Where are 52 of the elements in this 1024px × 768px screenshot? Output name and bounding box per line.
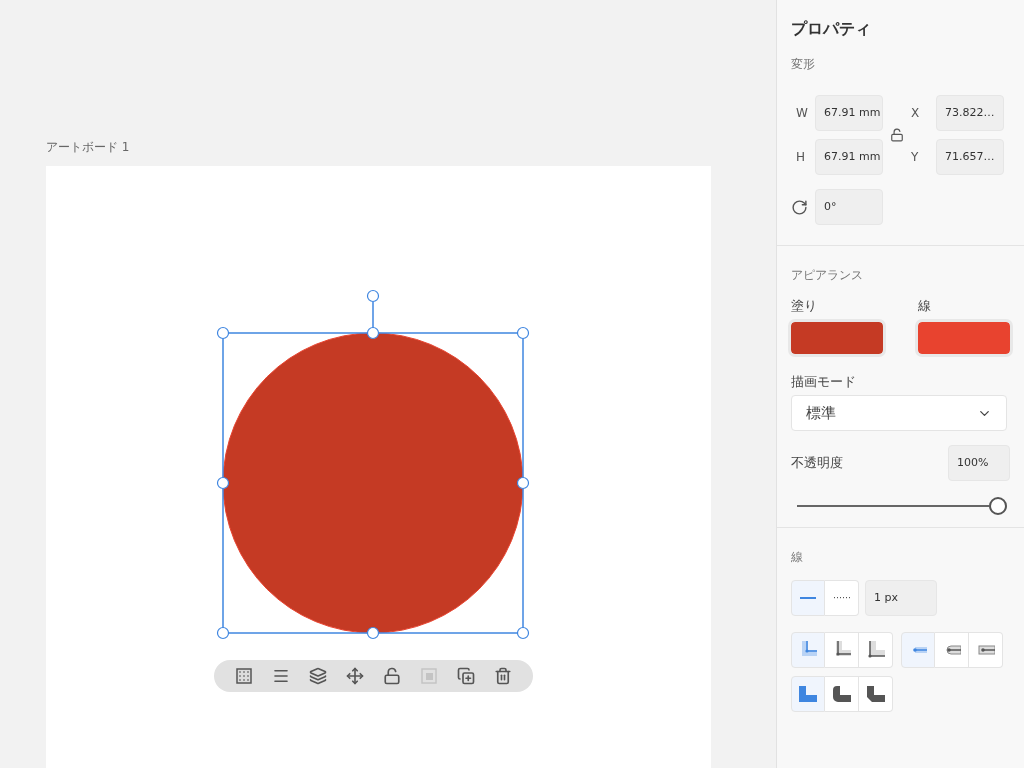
stroke-option-button[interactable] bbox=[791, 676, 825, 712]
color-swatch[interactable] bbox=[918, 321, 1010, 354]
line-cap-icon bbox=[976, 642, 995, 658]
line-join-icon bbox=[832, 686, 851, 702]
stroke-position-icon bbox=[799, 641, 817, 659]
overlap-squares-icon bbox=[420, 668, 437, 684]
stroke-option-button[interactable] bbox=[859, 676, 893, 712]
x-field[interactable]: 73.822… bbox=[936, 95, 1004, 131]
section-heading: 線 bbox=[791, 549, 804, 566]
opacity-field[interactable]: 100% bbox=[948, 445, 1010, 481]
panel-title: プロパティ bbox=[791, 18, 872, 40]
opacity-slider[interactable] bbox=[797, 497, 1007, 515]
stroke-option-button[interactable] bbox=[935, 632, 969, 668]
stroke-option-button[interactable] bbox=[791, 580, 825, 616]
height-label: H bbox=[795, 149, 807, 166]
stroke-position-icon bbox=[866, 641, 885, 659]
stroke-option-button[interactable] bbox=[969, 632, 1003, 668]
stroke-width-field[interactable]: 1 px bbox=[865, 580, 937, 616]
rotate-icon bbox=[791, 198, 808, 216]
artboard-label: アートボード 1 bbox=[46, 139, 131, 156]
blend-mode-label: 描画モード bbox=[791, 372, 857, 391]
slider-thumb[interactable] bbox=[989, 497, 1007, 515]
solid-line-icon bbox=[800, 597, 816, 599]
checkerboard-icon bbox=[236, 668, 253, 684]
duplicate-icon bbox=[456, 667, 475, 685]
stroke-option-button[interactable] bbox=[825, 676, 859, 712]
stroke-option-button[interactable] bbox=[859, 632, 893, 668]
blend-mode-dropdown[interactable]: 標準 bbox=[791, 395, 1007, 431]
layers-icon bbox=[309, 667, 328, 685]
stroke-option-button[interactable] bbox=[825, 632, 859, 668]
section-heading: アピアランス bbox=[791, 267, 864, 284]
width-field[interactable]: 67.91 mm bbox=[815, 95, 883, 131]
circle-shape[interactable] bbox=[222, 332, 524, 634]
trash-icon bbox=[493, 667, 512, 685]
paint-label: 線 bbox=[918, 297, 932, 315]
y-field[interactable]: 71.657… bbox=[936, 139, 1004, 175]
rotation-field[interactable]: 0° bbox=[815, 189, 883, 225]
menu-icon bbox=[272, 667, 291, 685]
line-join-icon bbox=[799, 686, 817, 702]
move-icon bbox=[346, 667, 365, 685]
selection-frame[interactable] bbox=[216, 289, 530, 640]
unlock-icon bbox=[382, 667, 401, 685]
opacity-label: 不透明度 bbox=[791, 454, 843, 473]
paint-label: 塗り bbox=[791, 297, 818, 315]
y-label: Y bbox=[911, 149, 920, 166]
height-field[interactable]: 67.91 mm bbox=[815, 139, 883, 175]
line-join-icon bbox=[866, 686, 885, 702]
section-heading: 変形 bbox=[791, 56, 816, 73]
dotted-line-icon bbox=[833, 597, 850, 599]
width-label: W bbox=[795, 105, 809, 122]
color-swatch[interactable] bbox=[791, 321, 883, 354]
x-label: X bbox=[911, 105, 921, 122]
